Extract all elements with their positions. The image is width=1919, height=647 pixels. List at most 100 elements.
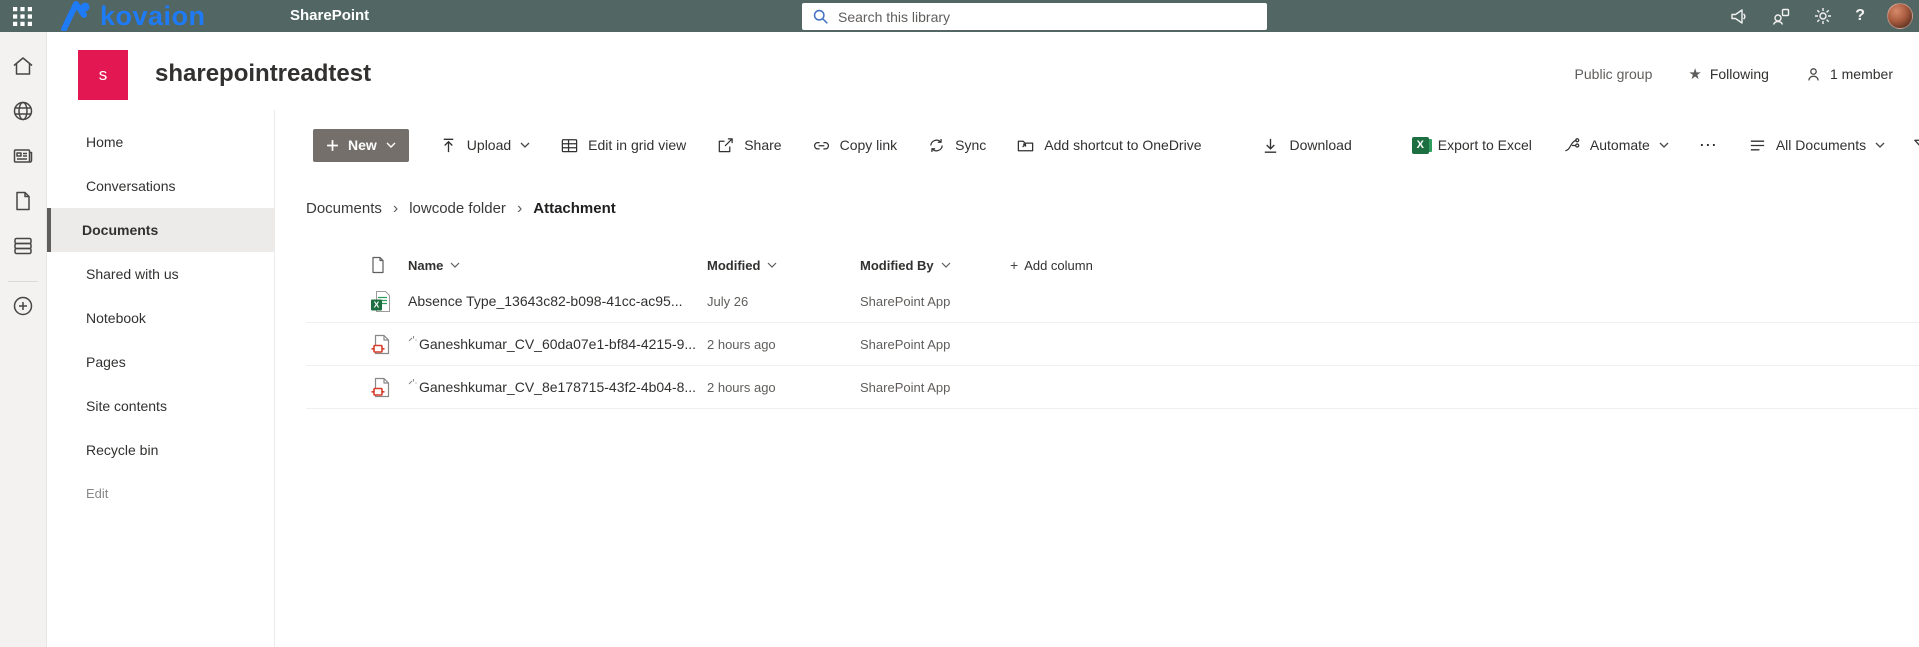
command-bar-right: All Documents xyxy=(1748,136,1919,155)
app-area: s sharepointreadtest Public group ★ Foll… xyxy=(0,32,1919,647)
file-icon[interactable] xyxy=(11,189,35,213)
chevron-down-icon xyxy=(520,142,530,148)
share-button[interactable]: Share xyxy=(716,136,782,155)
breadcrumb-documents[interactable]: Documents xyxy=(306,200,382,217)
sidebar-item-site-contents[interactable]: Site contents xyxy=(47,384,274,428)
sidebar-item-pages[interactable]: Pages xyxy=(47,340,274,384)
sync-label: Sync xyxy=(955,137,987,153)
app-launcher-icon[interactable] xyxy=(13,7,32,26)
search-box[interactable] xyxy=(802,3,1267,30)
svg-text:X: X xyxy=(374,299,380,309)
file-name[interactable]: Ganeshkumar_CV_60da07e1-bf84-4215-9... xyxy=(408,336,707,352)
modified-by-column-header[interactable]: Modified By xyxy=(860,258,1010,273)
view-selector-button[interactable]: All Documents xyxy=(1748,136,1885,155)
new-button[interactable]: New xyxy=(313,128,409,162)
chevron-down-icon xyxy=(450,262,460,268)
view-list-icon xyxy=(1750,140,1764,150)
add-column-button[interactable]: + Add column xyxy=(1010,257,1919,273)
name-column-header[interactable]: Name xyxy=(408,258,707,273)
link-icon xyxy=(813,141,829,150)
following-button[interactable]: ★ Following xyxy=(1688,66,1769,82)
site-title: sharepointreadtest xyxy=(155,60,372,87)
sidebar-item-notebook[interactable]: Notebook xyxy=(47,296,274,340)
pdf-file-icon xyxy=(370,376,408,399)
add-shortcut-onedrive-button[interactable]: Add shortcut to OneDrive xyxy=(1016,136,1201,155)
user-avatar[interactable] xyxy=(1887,3,1913,29)
copy-link-label: Copy link xyxy=(839,137,898,153)
privacy-label: Public group xyxy=(1574,66,1653,82)
automate-button[interactable]: Automate xyxy=(1562,136,1669,155)
table-row[interactable]: Ganeshkumar_CV_60da07e1-bf84-4215-9... 2… xyxy=(306,323,1919,366)
search-input[interactable] xyxy=(838,8,1257,25)
file-name-text: Ganeshkumar_CV_8e178715-43f2-4b04-8... xyxy=(419,379,697,395)
upload-icon xyxy=(443,138,454,152)
breadcrumb-lowcode-folder[interactable]: lowcode folder xyxy=(409,200,506,217)
file-modified: 2 hours ago xyxy=(707,336,776,352)
sidebar-nav: Home Conversations Documents Shared with… xyxy=(47,110,275,647)
following-label: Following xyxy=(1709,66,1769,82)
modified-column-header[interactable]: Modified xyxy=(707,258,860,273)
chevron-down-icon xyxy=(768,262,777,268)
database-icon[interactable] xyxy=(11,234,35,258)
people-apps-icon[interactable] xyxy=(1771,6,1791,26)
share-label: Share xyxy=(744,137,782,153)
sidebar-item-documents[interactable]: Documents xyxy=(47,208,274,252)
gear-icon[interactable] xyxy=(1813,6,1833,26)
create-plus-icon[interactable] xyxy=(11,294,35,318)
upload-button[interactable]: Upload xyxy=(439,136,530,155)
person-icon xyxy=(1808,67,1819,81)
file-modified-by[interactable]: SharePoint App xyxy=(860,337,1010,352)
table-row[interactable]: Ganeshkumar_CV_8e178715-43f2-4b04-8... 2… xyxy=(306,366,1919,409)
new-button-label: New xyxy=(348,137,377,153)
breadcrumb-current: Attachment xyxy=(533,200,616,217)
suite-bar: kovaion SharePoint Search this library ? xyxy=(0,0,1919,32)
download-button[interactable]: Download xyxy=(1261,136,1352,155)
more-commands-icon[interactable]: ⋯ xyxy=(1699,136,1718,154)
edit-in-grid-view-label: Edit in grid view xyxy=(588,137,687,153)
automate-icon xyxy=(1565,137,1580,151)
export-to-excel-label: Export to Excel xyxy=(1437,137,1532,153)
filter-button[interactable] xyxy=(1912,136,1919,155)
sidebar-edit-link[interactable]: Edit xyxy=(47,472,274,516)
file-modified-by[interactable]: SharePoint App xyxy=(860,294,1010,309)
sync-button[interactable]: Sync xyxy=(927,136,986,155)
sidebar-item-conversations[interactable]: Conversations xyxy=(47,164,274,208)
sidebar-item-home[interactable]: Home xyxy=(47,120,274,164)
add-shortcut-onedrive-label: Add shortcut to OneDrive xyxy=(1044,137,1202,153)
kovaion-logo-mark-icon xyxy=(61,1,90,31)
site-logo[interactable]: s xyxy=(78,50,128,100)
main-content: New Upload Edit in grid view Share Copy … xyxy=(275,110,1919,647)
file-name[interactable]: Ganeshkumar_CV_8e178715-43f2-4b04-8... xyxy=(408,379,707,395)
file-modified-by[interactable]: SharePoint App xyxy=(860,380,1010,395)
megaphone-icon[interactable] xyxy=(1729,6,1749,26)
folder-shortcut-icon xyxy=(1018,140,1034,151)
download-label: Download xyxy=(1289,137,1352,153)
help-icon[interactable]: ? xyxy=(1855,7,1865,25)
export-to-excel-button[interactable]: X Export to Excel xyxy=(1411,136,1532,154)
home-icon[interactable] xyxy=(11,54,35,78)
news-icon[interactable] xyxy=(11,144,35,168)
search-icon xyxy=(813,9,828,24)
copy-link-button[interactable]: Copy link xyxy=(812,136,898,155)
rail-divider xyxy=(8,281,38,282)
chevron-right-icon: › xyxy=(516,199,523,217)
sidebar-item-shared-with-us[interactable]: Shared with us xyxy=(47,252,274,296)
pdf-file-icon xyxy=(370,333,408,356)
chevron-down-icon xyxy=(941,262,951,268)
edit-in-grid-view-button[interactable]: Edit in grid view xyxy=(560,136,686,155)
sidebar-item-recycle-bin[interactable]: Recycle bin xyxy=(47,428,274,472)
members-button[interactable]: 1 member xyxy=(1805,66,1893,83)
kovaion-logo[interactable]: kovaion xyxy=(58,1,206,31)
table-row[interactable]: X Absence Type_13643c82-b098-41cc-ac95..… xyxy=(306,280,1919,323)
brand-name: kovaion xyxy=(100,1,206,31)
download-icon xyxy=(1265,138,1277,153)
chevron-down-icon xyxy=(1875,142,1885,148)
file-type-column-header[interactable] xyxy=(370,256,408,274)
file-name[interactable]: Absence Type_13643c82-b098-41cc-ac95... xyxy=(408,293,707,309)
excel-icon: X xyxy=(1411,136,1432,154)
members-label: 1 member xyxy=(1829,66,1893,82)
globe-icon[interactable] xyxy=(11,99,35,123)
list-header: Name Modified Modified By + Add column xyxy=(306,250,1919,280)
suite-bar-actions: ? xyxy=(1729,0,1913,32)
star-icon: ★ xyxy=(1688,65,1702,83)
